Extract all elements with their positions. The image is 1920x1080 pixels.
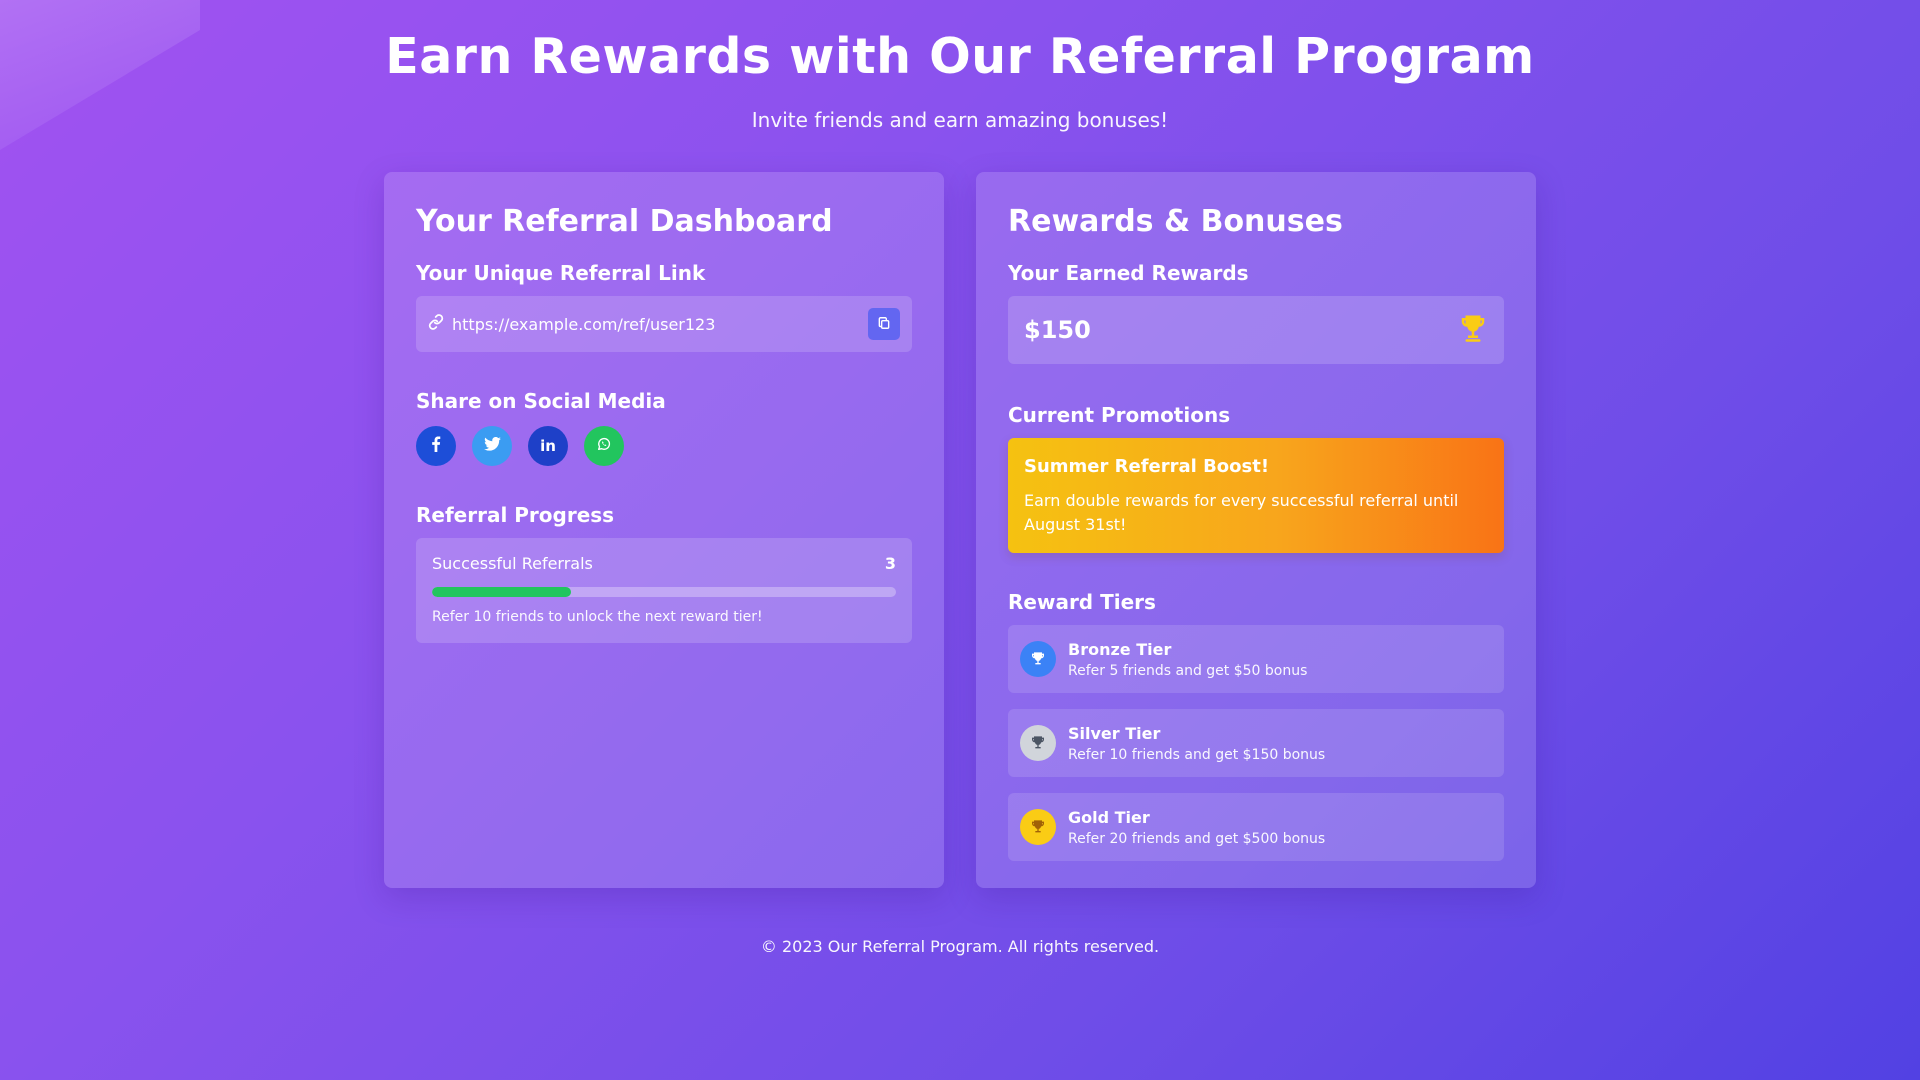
referral-dashboard-panel: Your Referral Dashboard Your Unique Refe…: [384, 172, 944, 888]
copy-link-button[interactable]: [868, 308, 900, 340]
tier-name: Silver Tier: [1068, 723, 1161, 743]
promotion-text: Earn double rewards for every successful…: [1024, 491, 1459, 534]
referral-link-text[interactable]: https://example.com/ref/user123: [452, 315, 868, 334]
silver-trophy-icon: [1020, 725, 1056, 761]
trophy-icon: [1458, 313, 1488, 347]
rewards-panel: Rewards & Bonuses Your Earned Rewards $1…: [976, 172, 1536, 888]
reward-tiers-heading: Reward Tiers: [1008, 590, 1156, 614]
twitter-icon: [483, 436, 501, 455]
whatsapp-icon: [596, 436, 612, 456]
earned-amount: $150: [1024, 316, 1091, 344]
referral-link-heading: Your Unique Referral Link: [416, 261, 706, 285]
social-share-row: in: [416, 426, 912, 466]
progress-label: Successful Referrals: [432, 554, 593, 573]
tier-name: Gold Tier: [1068, 807, 1150, 827]
progress-bar-fill: [432, 587, 572, 597]
linkedin-icon: in: [540, 437, 556, 455]
rewards-title: Rewards & Bonuses: [1008, 204, 1343, 239]
progress-header: Successful Referrals 3: [432, 554, 896, 573]
gold-trophy-icon: [1020, 809, 1056, 845]
progress-heading: Referral Progress: [416, 503, 615, 527]
page-subtitle: Invite friends and earn amazing bonuses!: [751, 108, 1169, 132]
link-icon: [428, 314, 444, 334]
share-heading: Share on Social Media: [416, 389, 666, 413]
tier-card-gold: Gold Tier Refer 20 friends and get $500 …: [1008, 793, 1504, 861]
footer: © 2023 Our Referral Program. All rights …: [760, 937, 1160, 956]
page-header: Earn Rewards with Our Referral Program I…: [0, 0, 1920, 132]
tier-card-silver: Silver Tier Refer 10 friends and get $15…: [1008, 709, 1504, 777]
promotion-title: Summer Referral Boost!: [1024, 456, 1270, 477]
tier-description: Refer 10 friends and get $150 bonus: [1068, 746, 1326, 763]
earned-rewards-box: $150: [1008, 296, 1504, 364]
tier-info: Bronze Tier Refer 5 friends and get $50 …: [1068, 640, 1307, 679]
tier-name: Bronze Tier: [1068, 639, 1172, 659]
dashboard-title: Your Referral Dashboard: [416, 204, 833, 239]
twitter-share-button[interactable]: [472, 426, 512, 466]
progress-card: Successful Referrals 3 Refer 10 friends …: [416, 538, 912, 643]
promotions-heading: Current Promotions: [1008, 403, 1231, 427]
panels: Your Referral Dashboard Your Unique Refe…: [384, 172, 1536, 888]
linkedin-share-button[interactable]: in: [528, 426, 568, 466]
referral-link-box: https://example.com/ref/user123: [416, 296, 912, 352]
tier-card-bronze: Bronze Tier Refer 5 friends and get $50 …: [1008, 625, 1504, 693]
bronze-trophy-icon: [1020, 641, 1056, 677]
progress-note: Refer 10 friends to unlock the next rewa…: [432, 609, 763, 625]
facebook-share-button[interactable]: [416, 426, 456, 466]
tier-info: Silver Tier Refer 10 friends and get $15…: [1068, 724, 1325, 763]
whatsapp-share-button[interactable]: [584, 426, 624, 466]
earned-rewards-heading: Your Earned Rewards: [1008, 261, 1249, 285]
page-title: Earn Rewards with Our Referral Program: [385, 28, 1535, 85]
promotion-card: Summer Referral Boost! Earn double rewar…: [1008, 438, 1504, 553]
progress-bar: [432, 587, 896, 597]
tier-description: Refer 20 friends and get $500 bonus: [1068, 830, 1326, 847]
tier-info: Gold Tier Refer 20 friends and get $500 …: [1068, 808, 1325, 847]
tier-description: Refer 5 friends and get $50 bonus: [1068, 662, 1308, 679]
facebook-icon: [431, 436, 441, 456]
reward-tiers-list: Bronze Tier Refer 5 friends and get $50 …: [1008, 625, 1504, 861]
progress-count: 3: [884, 554, 896, 573]
copy-icon: [877, 315, 891, 334]
